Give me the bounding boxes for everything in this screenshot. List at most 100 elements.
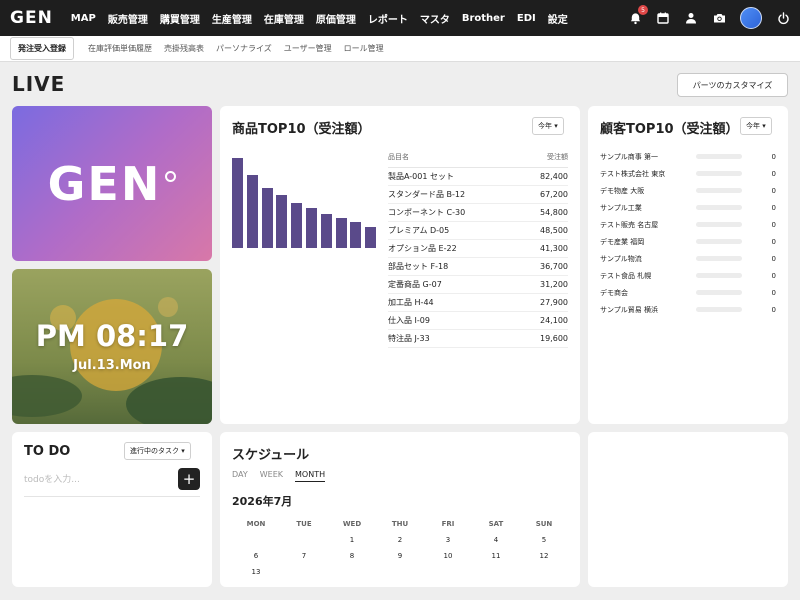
menu-item-edi[interactable]: EDI [511, 13, 542, 24]
subnav-link-inventory-valuation[interactable]: 在庫評価単価履歴 [82, 43, 158, 54]
customer-bar [696, 239, 742, 244]
table-row[interactable]: 製品A-001 セット 82,400 [388, 168, 568, 186]
product-table-body: 製品A-001 セット 82,400 スタンダード品 B-12 67,200 コンポーネ… [388, 168, 568, 348]
avatar[interactable] [740, 7, 762, 29]
list-item[interactable]: デモ産業 福岡 0 [600, 233, 776, 250]
chart-bar[interactable] [246, 174, 258, 248]
tab-month[interactable]: MONTH [295, 470, 326, 482]
bell-icon[interactable]: 5 [628, 5, 648, 25]
todo-filter-select[interactable]: 進行中のタスク ▾ [124, 442, 191, 460]
calendar-day[interactable]: 7 [280, 552, 328, 560]
calendar-day[interactable]: 6 [232, 552, 280, 560]
table-row[interactable]: オプション品 E-22 41,300 [388, 240, 568, 258]
product-name: プレミアム D-05 [388, 226, 450, 235]
clock-date: Jul.13.Mon [73, 358, 151, 373]
top-nav: GEN MAP 販売管理 購買管理 生産管理 在庫管理 原価管理 レポート マス… [0, 0, 800, 36]
chart-bar[interactable] [365, 226, 377, 248]
customer-period-select[interactable]: 今年 ▾ [740, 117, 772, 135]
table-row[interactable]: スタンダード品 B-12 67,200 [388, 186, 568, 204]
chart-bar[interactable] [306, 207, 317, 248]
calendar-day[interactable]: 8 [328, 552, 376, 560]
calendar-weekday: FRI [441, 520, 455, 528]
chart-bar[interactable] [276, 195, 288, 248]
tab-day[interactable]: DAY [232, 470, 248, 482]
menu-item-cost[interactable]: 原価管理 [310, 11, 362, 26]
customer-amount: 0 [771, 152, 776, 161]
menu-item-report[interactable]: レポート [362, 11, 414, 26]
list-item[interactable]: サンプル商事 第一 0 [600, 148, 776, 165]
table-row[interactable]: 加工品 H-44 27,900 [388, 294, 568, 312]
menu-item-inventory[interactable]: 在庫管理 [258, 11, 310, 26]
calendar-day[interactable]: 9 [376, 552, 424, 560]
power-icon[interactable] [776, 11, 790, 25]
chart-bar[interactable] [291, 202, 303, 248]
table-row[interactable]: 特注品 J-33 19,600 [388, 330, 568, 348]
user-icon[interactable] [684, 11, 698, 25]
calendar-day[interactable]: 4 [472, 536, 520, 544]
menu-item-production[interactable]: 生産管理 [206, 11, 258, 26]
menu-item-map[interactable]: MAP [65, 13, 102, 24]
calendar-day[interactable]: 3 [424, 536, 472, 544]
subnav-link-user-management[interactable]: ユーザー管理 [278, 43, 338, 54]
menu-item-master[interactable]: マスタ [414, 11, 456, 26]
calendar-day[interactable]: 11 [472, 552, 520, 560]
product-name: コンポーネント C-30 [388, 208, 466, 217]
customer-name: デモ商会 [600, 288, 628, 297]
calendar-weekday: TUE [296, 520, 312, 528]
calendar-grid: MON TUE WED THU FRI SAT SUN 1 2 3 4 5 6 7 8 9 10 11 12 13 [232, 516, 568, 580]
customer-list: サンプル商事 第一 0 テスト株式会社 東京 0 デモ物産 大阪 0 サンプル工業 0 テスト販… [600, 148, 776, 318]
tab-week[interactable]: WEEK [260, 470, 283, 482]
calendar-day[interactable]: 10 [424, 552, 472, 560]
product-period-select[interactable]: 今年 ▾ [532, 117, 564, 135]
table-row[interactable]: 定番商品 G-07 31,200 [388, 276, 568, 294]
list-item[interactable]: デモ商会 0 [600, 284, 776, 301]
list-item[interactable]: テスト食品 札幌 0 [600, 267, 776, 284]
app-logo[interactable]: GEN [10, 8, 53, 28]
col-item-name: 品目名 [388, 153, 409, 161]
list-item[interactable]: テスト株式会社 東京 0 [600, 165, 776, 182]
customer-amount: 0 [771, 254, 776, 263]
subnav-link-personalize[interactable]: パーソナライズ [210, 43, 278, 54]
calendar-icon[interactable] [656, 11, 670, 25]
list-item[interactable]: サンプル貿易 横浜 0 [600, 301, 776, 318]
subnav-link-role-management[interactable]: ロール管理 [338, 43, 390, 54]
product-name: 部品セット F-18 [388, 262, 449, 271]
todo-input[interactable] [24, 468, 172, 492]
list-item[interactable]: サンプル物流 0 [600, 250, 776, 267]
menu-item-settings[interactable]: 設定 [542, 11, 574, 26]
subnav-link-receivables[interactable]: 売掛残高表 [158, 43, 210, 54]
chart-bar[interactable] [320, 213, 332, 248]
calendar-day[interactable]: 5 [520, 536, 568, 544]
product-amount: 41,300 [540, 244, 568, 253]
table-row[interactable]: プレミアム D-05 48,500 [388, 222, 568, 240]
customer-amount: 0 [771, 237, 776, 246]
empty-widget-card [588, 432, 788, 587]
order-receipt-button[interactable]: 発注受入登録 [10, 37, 74, 60]
clock-time: PM 08:17 [35, 319, 189, 353]
product-amount: 27,900 [540, 298, 568, 307]
customer-name: テスト食品 札幌 [600, 271, 652, 280]
table-row[interactable]: コンポーネント C-30 54,800 [388, 204, 568, 222]
calendar-day[interactable]: 13 [232, 568, 280, 576]
table-row[interactable]: 仕入品 I-09 24,100 [388, 312, 568, 330]
menu-item-brother[interactable]: Brother [456, 13, 511, 24]
todo-add-button[interactable]: + [178, 468, 200, 490]
calendar-day[interactable]: 12 [520, 552, 568, 560]
chart-bar[interactable] [350, 221, 362, 248]
list-item[interactable]: デモ物産 大阪 0 [600, 182, 776, 199]
chart-bar[interactable] [335, 217, 347, 248]
calendar-weekday-row: MON TUE WED THU FRI SAT SUN [232, 516, 568, 532]
menu-item-purchasing[interactable]: 購買管理 [154, 11, 206, 26]
calendar-day[interactable]: 2 [376, 536, 424, 544]
list-item[interactable]: サンプル工業 0 [600, 199, 776, 216]
calendar-day[interactable]: 1 [328, 536, 376, 544]
menu-item-sales[interactable]: 販売管理 [102, 11, 154, 26]
camera-icon[interactable] [712, 11, 726, 25]
table-row[interactable]: 部品セット F-18 36,700 [388, 258, 568, 276]
list-item[interactable]: テスト販売 名古屋 0 [600, 216, 776, 233]
nav-icons: 5 [628, 0, 790, 36]
customize-parts-button[interactable]: パーツのカスタマイズ [677, 73, 788, 97]
chart-bar[interactable] [261, 188, 273, 248]
product-amount: 82,400 [540, 172, 568, 181]
chart-bar[interactable] [232, 158, 243, 248]
